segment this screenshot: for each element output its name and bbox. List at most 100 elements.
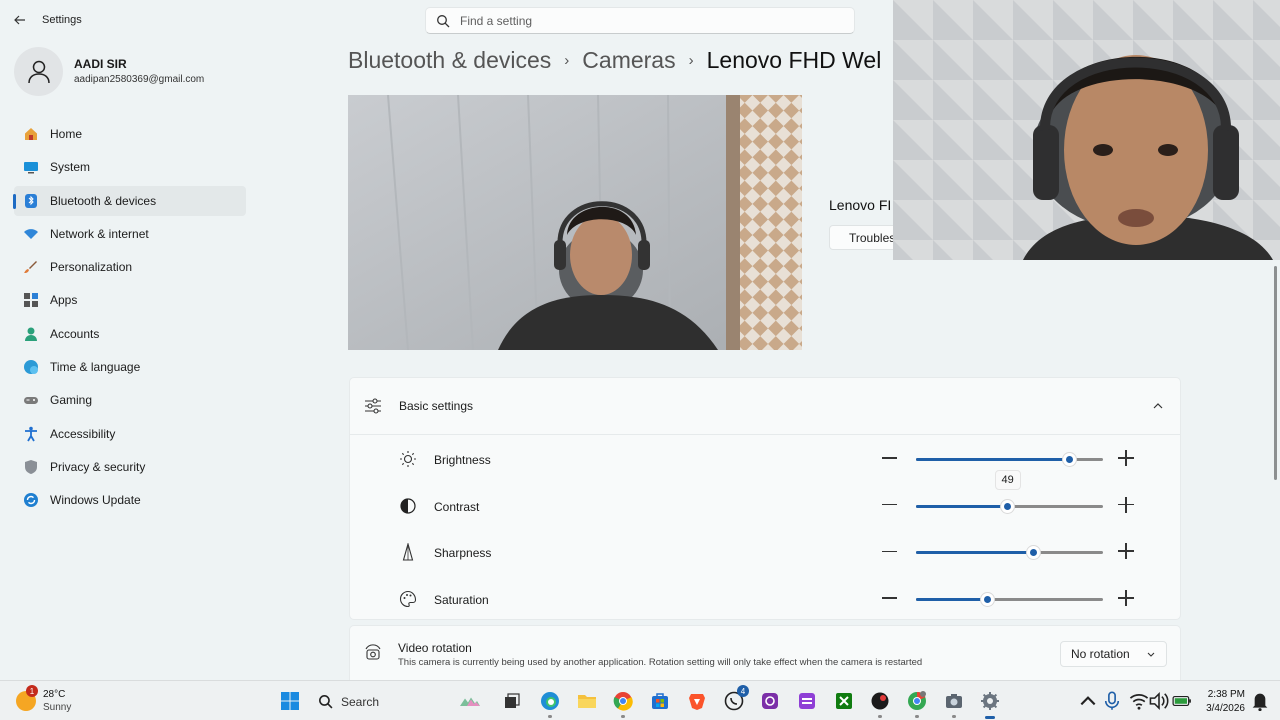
contrast-decrease-button[interactable] <box>880 496 898 514</box>
breadcrumb: Bluetooth & devices › Cameras › Lenovo F… <box>348 47 881 74</box>
sidebar-item-gaming[interactable]: Gaming <box>14 385 246 415</box>
accessibility-icon <box>22 425 40 443</box>
battery-status[interactable] <box>1170 689 1194 713</box>
profile-email: aadipan2580369@gmail.com <box>74 74 205 85</box>
sidebar-item-network[interactable]: Network & internet <box>14 219 246 249</box>
slider-thumb[interactable] <box>1001 499 1015 513</box>
taskbar-camera[interactable] <box>942 689 966 718</box>
clock-date: 3/4/2026 <box>1206 703 1245 714</box>
sharpness-decrease-button[interactable] <box>880 542 898 560</box>
brightness-decrease-button[interactable] <box>880 449 898 467</box>
slider-fill <box>916 504 1008 508</box>
scrollbar[interactable] <box>1274 266 1277 480</box>
back-button[interactable] <box>10 10 30 30</box>
slider-fill <box>916 598 988 602</box>
taskbar-clipchamp[interactable] <box>795 689 819 713</box>
show-hidden-icons-button[interactable] <box>1076 689 1100 713</box>
slider-thumb[interactable] <box>1062 453 1076 466</box>
taskbar-whatsapp[interactable]: 4 <box>722 685 749 713</box>
weather-widget[interactable]: 1 28°C Sunny <box>16 685 72 715</box>
sidebar-item-label: Accounts <box>50 326 100 341</box>
taskbar-chrome-profile[interactable] <box>905 689 929 718</box>
collapse-button[interactable] <box>1150 398 1166 414</box>
contrast-increase-button[interactable] <box>1117 496 1135 514</box>
saturation-increase-button[interactable] <box>1117 589 1135 607</box>
apps-icon <box>22 291 40 309</box>
notifications-button[interactable] <box>1248 689 1272 713</box>
gear-icon <box>981 692 999 710</box>
rotation-selected-value: No rotation <box>1071 647 1130 661</box>
task-view-icon <box>505 693 520 708</box>
sidebar-item-privacy-security[interactable]: Privacy & security <box>14 452 246 482</box>
sharpness-slider[interactable] <box>916 546 1103 560</box>
search-highlight-image[interactable] <box>450 689 490 713</box>
sidebar-item-system[interactable]: System <box>14 152 246 182</box>
slider-thumb[interactable] <box>980 593 994 607</box>
contrast-row: Contrast <box>350 482 1180 529</box>
slider-fill <box>916 458 1070 461</box>
taskbar-brave[interactable] <box>685 689 709 713</box>
sidebar-item-label: Accessibility <box>50 426 116 441</box>
microphone-indicator[interactable] <box>1100 689 1124 713</box>
camera-preview <box>348 95 802 350</box>
basic-settings-title: Basic settings <box>399 399 474 413</box>
brightness-increase-button[interactable] <box>1117 449 1135 467</box>
taskbar-chrome[interactable] <box>611 689 635 718</box>
user-icon <box>27 60 50 84</box>
sidebar-item-accessibility[interactable]: Accessibility <box>14 419 246 449</box>
taskbar-store[interactable] <box>648 689 672 713</box>
update-icon <box>22 491 40 509</box>
search-box[interactable] <box>425 7 855 34</box>
slider-thumb[interactable] <box>1027 546 1041 560</box>
windows-logo-icon <box>281 692 299 710</box>
floating-camera-window[interactable] <box>893 0 1280 260</box>
breadcrumb-bluetooth-devices[interactable]: Bluetooth & devices <box>348 47 551 74</box>
chrome-icon <box>613 692 633 711</box>
saturation-row: Saturation <box>350 575 1180 622</box>
sidebar-item-personalization[interactable]: Personalization <box>14 252 246 282</box>
app-icon <box>762 693 778 709</box>
chrome-icon <box>908 691 926 710</box>
battery-icon <box>1172 695 1191 707</box>
sidebar-item-accounts[interactable]: Accounts <box>14 319 246 349</box>
search-input[interactable] <box>460 13 820 28</box>
taskbar-app-dark[interactable] <box>868 689 892 718</box>
saturation-slider[interactable] <box>916 593 1103 607</box>
taskbar-settings[interactable] <box>978 689 1002 719</box>
search-icon <box>319 695 333 709</box>
brightness-slider[interactable]: 49 <box>916 453 1103 490</box>
chevron-down-icon <box>1147 652 1155 657</box>
profile-name: AADI SIR <box>74 57 127 71</box>
basic-settings-panel: Basic settings Brightness 49 Contrast Sh… <box>349 377 1181 620</box>
user-profile[interactable]: AADI SIR aadipan2580369@gmail.com <box>14 46 204 96</box>
taskbar-xbox[interactable] <box>832 689 856 713</box>
sharpness-increase-button[interactable] <box>1117 542 1135 560</box>
contrast-slider[interactable] <box>916 499 1103 513</box>
chevron-up-icon <box>1153 403 1163 409</box>
sidebar-item-label: Personalization <box>50 260 133 275</box>
taskbar-edge[interactable] <box>538 689 562 718</box>
task-view-button[interactable] <box>500 689 524 713</box>
taskbar-app-purple[interactable] <box>758 689 782 713</box>
breadcrumb-separator: › <box>688 52 694 69</box>
weather-condition: Sunny <box>43 702 72 713</box>
volume-control[interactable] <box>1147 689 1171 713</box>
start-button[interactable] <box>278 689 302 713</box>
rotation-dropdown[interactable]: No rotation <box>1060 641 1167 667</box>
clock[interactable]: 2:38 PM 3/4/2026 <box>1200 688 1245 716</box>
saturation-decrease-button[interactable] <box>880 589 898 607</box>
sidebar-item-windows-update[interactable]: Windows Update <box>14 485 246 515</box>
taskbar-file-explorer[interactable] <box>575 689 599 713</box>
basic-settings-header[interactable]: Basic settings <box>350 378 1180 435</box>
store-icon <box>652 693 668 709</box>
sidebar-item-bluetooth[interactable]: Bluetooth & devices <box>13 185 246 216</box>
camera-device-name: Lenovo FI <box>829 197 892 213</box>
sidebar-item-time-language[interactable]: Time & language <box>14 352 246 382</box>
sidebar-item-home[interactable]: Home <box>14 119 246 149</box>
breadcrumb-cameras[interactable]: Cameras <box>582 47 675 74</box>
taskbar-search[interactable]: Search <box>310 687 445 716</box>
rotate-camera-icon <box>365 644 381 660</box>
sidebar-item-label: System <box>50 160 91 175</box>
sidebar-item-apps[interactable]: Apps <box>14 285 246 315</box>
sidebar-item-label: Home <box>50 127 83 141</box>
